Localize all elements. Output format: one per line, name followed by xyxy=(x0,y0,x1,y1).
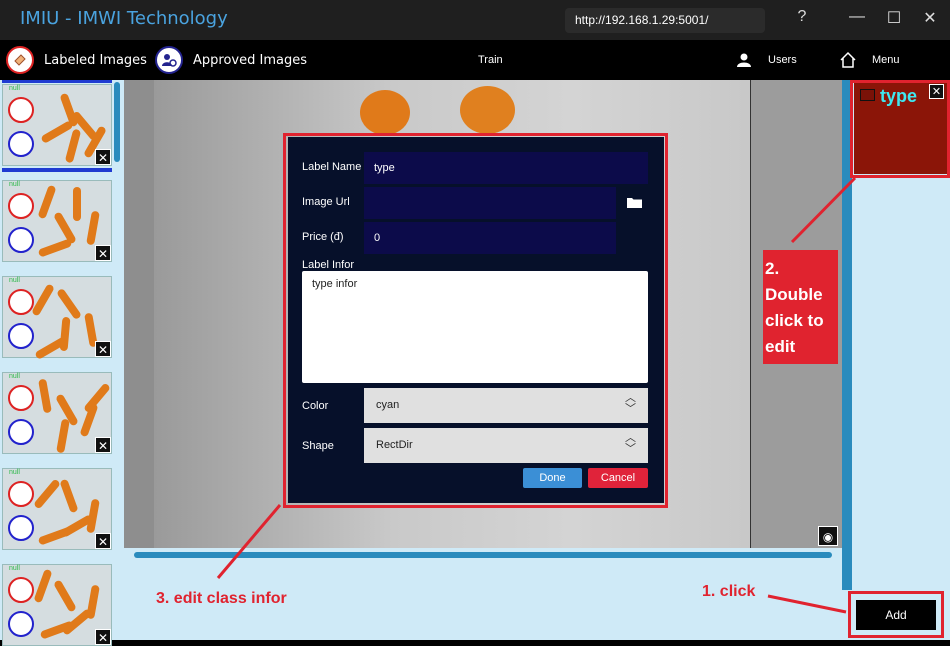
annotation-step2: 2. Double click to edit xyxy=(763,250,838,364)
annotation-step3: 3. edit class infor xyxy=(156,590,287,607)
annotation-step2-line: click to xyxy=(765,311,824,330)
annotation-step2-line: edit xyxy=(765,337,796,356)
arrow-step1 xyxy=(767,594,847,614)
arrow-step3 xyxy=(216,504,282,579)
annotation-step1: 1. click xyxy=(702,583,756,600)
arrow-step2 xyxy=(790,176,857,244)
annotation-step2-line: Double xyxy=(765,285,823,304)
annotation-step2-line: 2. xyxy=(765,259,780,278)
